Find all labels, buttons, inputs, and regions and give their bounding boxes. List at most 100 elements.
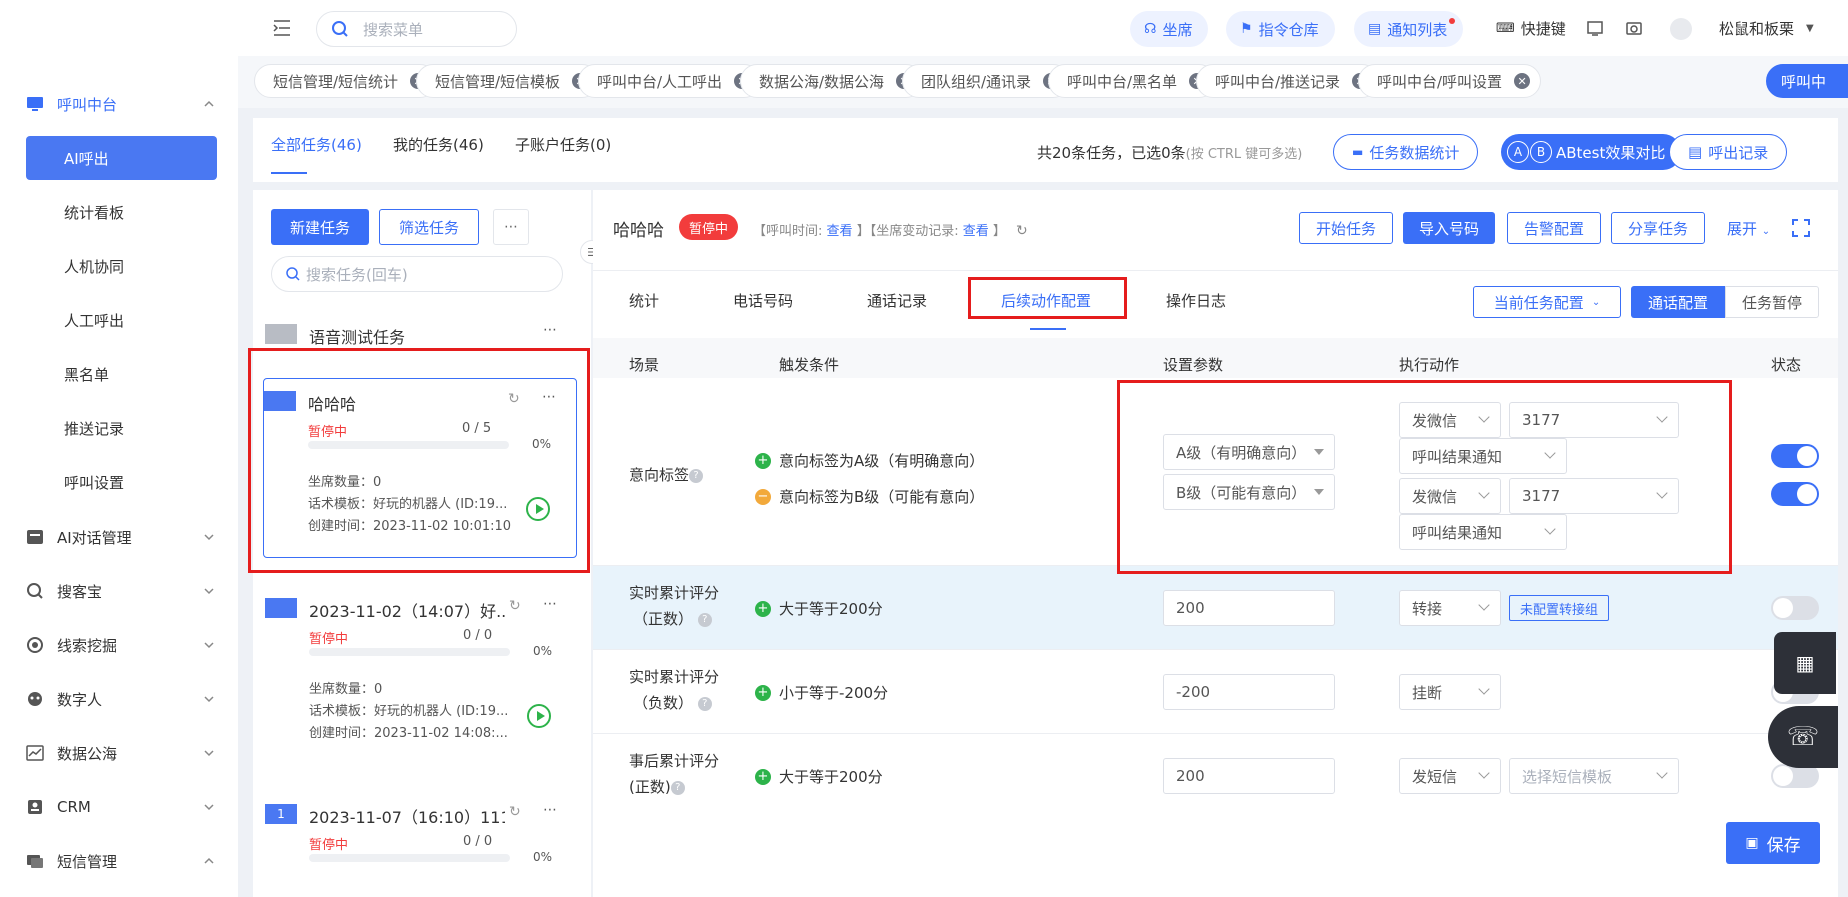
task-card[interactable]: 1 2023-11-07（16:10）111 ↻ ⋯ 暂停中 0 / 0 0% <box>265 792 579 892</box>
sidebar-item-manual-call[interactable]: 人工呼出 <box>26 298 217 342</box>
play-icon[interactable] <box>526 497 550 521</box>
notify-select[interactable]: 呼叫结果通知 <box>1399 438 1567 474</box>
tab-contacts[interactable]: 团队组织/通讯录✕ <box>902 64 1071 98</box>
status-toggle[interactable] <box>1771 596 1819 620</box>
menu-search-input[interactable]: 搜索菜单 <box>316 11 517 47</box>
status-toggle[interactable] <box>1771 444 1819 468</box>
more-options-button[interactable]: ⋯ <box>493 209 529 245</box>
avatar[interactable] <box>1670 18 1692 40</box>
sidebar-group-search[interactable]: 搜客宝 <box>26 576 216 606</box>
start-task-button[interactable]: 开始任务 <box>1299 212 1394 244</box>
tab-phone-numbers[interactable]: 电话号码 <box>733 290 793 311</box>
shortcut-button[interactable]: ⌨ 快捷键 <box>1496 18 1566 39</box>
param-input[interactable]: -200 <box>1163 674 1335 710</box>
tab-my-tasks[interactable]: 我的任务(46) <box>393 134 484 155</box>
plus-circle-icon[interactable]: + <box>755 684 771 701</box>
action-select[interactable]: 发微信 <box>1399 402 1501 438</box>
tab-sub-account-tasks[interactable]: 子账户任务(0) <box>515 134 611 155</box>
refresh-icon[interactable]: ↻ <box>509 804 525 820</box>
sidebar-group-crm[interactable]: CRM <box>26 792 216 822</box>
command-repo-button[interactable]: ⚑ 指令仓库 <box>1226 11 1335 47</box>
help-icon[interactable]: ? <box>697 612 712 627</box>
outbound-records-button[interactable]: ▤ 呼出记录 <box>1669 134 1788 170</box>
sidebar-item-collab[interactable]: 人机协同 <box>26 244 217 288</box>
plus-circle-icon[interactable]: + <box>755 600 771 617</box>
help-icon[interactable]: ? <box>670 780 685 795</box>
import-numbers-button[interactable]: 导入号码 <box>1403 212 1496 244</box>
sidebar-group-digital-human[interactable]: 数字人 <box>26 684 216 714</box>
sidebar-item-blacklist[interactable]: 黑名单 <box>26 352 217 396</box>
close-icon[interactable]: ✕ <box>1514 73 1531 89</box>
seg-call-config[interactable]: 通话配置 <box>1631 286 1725 318</box>
more-icon[interactable]: ⋯ <box>543 596 558 612</box>
new-task-button[interactable]: 新建任务 <box>271 209 369 245</box>
refresh-icon[interactable]: ↻ <box>509 598 525 614</box>
sidebar-item-dashboard[interactable]: 统计看板 <box>26 190 217 234</box>
support-float-button[interactable]: ☏ <box>1768 706 1838 768</box>
param-input[interactable]: 200 <box>1163 758 1335 794</box>
sidebar-item-ai-call[interactable]: AI呼出 <box>26 136 217 180</box>
refresh-icon[interactable]: ↻ <box>508 391 524 407</box>
help-icon[interactable]: ? <box>689 468 704 483</box>
tab-sms-stats[interactable]: 短信管理/短信统计✕ <box>254 64 438 98</box>
feedback-float-button[interactable]: ▦ <box>1774 632 1836 694</box>
seat-button[interactable]: ☊ 坐席 <box>1130 11 1209 47</box>
more-icon[interactable]: ⋯ <box>543 322 558 338</box>
action-select[interactable]: 发短信 <box>1399 758 1501 794</box>
screen-icon[interactable] <box>1587 20 1603 36</box>
play-icon[interactable] <box>527 704 551 728</box>
sidebar-group-leads[interactable]: 线索挖掘 <box>26 630 216 660</box>
sidebar-group-sms[interactable]: 短信管理 <box>26 846 216 876</box>
param-input[interactable]: 200 <box>1163 590 1335 626</box>
share-task-button[interactable]: 分享任务 <box>1611 212 1706 244</box>
action-select[interactable]: 挂断 <box>1399 674 1501 710</box>
seat-change-view-link[interactable]: 查看 <box>963 224 989 239</box>
menu-toggle-icon[interactable] <box>272 19 292 37</box>
current-config-select[interactable]: 当前任务配置 ⌄ <box>1473 286 1621 318</box>
minus-circle-icon[interactable]: − <box>755 488 771 505</box>
task-card-selected[interactable]: 哈哈哈 ↻ ⋯ 暂停中 0 / 5 0% 坐席数量：0 话术模板：好玩的机器人 … <box>263 378 577 558</box>
fullscreen-icon[interactable] <box>1791 218 1811 238</box>
refresh-icon[interactable]: ↻ <box>1016 223 1028 239</box>
save-button[interactable]: ▣ 保存 <box>1726 822 1820 864</box>
plus-circle-icon[interactable]: + <box>755 452 771 469</box>
seg-task-pause[interactable]: 任务暂停 <box>1725 286 1819 318</box>
plus-circle-icon[interactable]: + <box>755 768 771 785</box>
user-menu[interactable]: 松鼠和板栗 ▼ <box>1719 18 1814 39</box>
sidebar-item-push-records[interactable]: 推送记录 <box>26 406 217 450</box>
notification-list-button[interactable]: ▤ 通知列表 <box>1354 11 1464 47</box>
tab-manual-call[interactable]: 呼叫中台/人工呼出✕ <box>578 64 762 98</box>
filter-task-button[interactable]: 筛选任务 <box>379 209 479 245</box>
task-card[interactable]: 2023-11-02（14:07）好... ↻ ⋯ 暂停中 0 / 0 0% 坐… <box>265 586 579 766</box>
task-search-input[interactable]: 搜索任务(回车) <box>271 256 563 292</box>
abtest-compare-button[interactable]: A B ABtest效果对比 <box>1501 134 1682 170</box>
tab-sms-template[interactable]: 短信管理/短信模板✕ <box>416 64 600 98</box>
tab-data-pool[interactable]: 数据公海/数据公海✕ <box>740 64 924 98</box>
more-icon[interactable]: ⋯ <box>543 802 558 818</box>
tab-followup-config[interactable]: 后续动作配置 <box>1001 290 1091 311</box>
task-data-stats-button[interactable]: ▬ 任务数据统计 <box>1333 134 1479 170</box>
tab-operation-log[interactable]: 操作日志 <box>1166 290 1226 311</box>
tab-push-records[interactable]: 呼叫中台/推送记录✕ <box>1196 64 1380 98</box>
tab-blacklist[interactable]: 呼叫中台/黑名单✕ <box>1048 64 1217 98</box>
sidebar-group-ai-dialog[interactable]: AI对话管理 <box>26 522 216 552</box>
unconfigured-transfer-group[interactable]: 未配置转接组 <box>1509 595 1610 621</box>
param-select-b[interactable]: B级（可能有意向） <box>1163 474 1335 510</box>
tab-all-tasks[interactable]: 全部任务(46) <box>271 134 362 155</box>
sidebar-item-call-settings[interactable]: 呼叫设置 <box>26 460 217 504</box>
task-group-header[interactable]: 语音测试任务 ⋯ <box>265 320 579 350</box>
tab-stats[interactable]: 统计 <box>629 290 659 311</box>
action-target-select[interactable]: 3177 <box>1509 402 1679 438</box>
action-select[interactable]: 转接 <box>1399 590 1501 626</box>
call-time-view-link[interactable]: 查看 <box>827 224 853 239</box>
sidebar-group-call-center[interactable]: 呼叫中台 <box>26 89 216 119</box>
more-icon[interactable]: ⋯ <box>542 389 557 405</box>
param-select-a[interactable]: A级（有明确意向） <box>1163 434 1335 470</box>
expand-button[interactable]: 展开 ⌄ <box>1727 218 1770 239</box>
screenshot-icon[interactable] <box>1626 20 1642 36</box>
help-icon[interactable]: ? <box>697 696 712 711</box>
tab-call-settings[interactable]: 呼叫中台/呼叫设置 ✕ <box>1358 64 1542 98</box>
action-target-select[interactable]: 3177 <box>1509 478 1679 514</box>
notify-select[interactable]: 呼叫结果通知 <box>1399 514 1567 550</box>
sidebar-group-data-pool[interactable]: 数据公海 <box>26 738 216 768</box>
